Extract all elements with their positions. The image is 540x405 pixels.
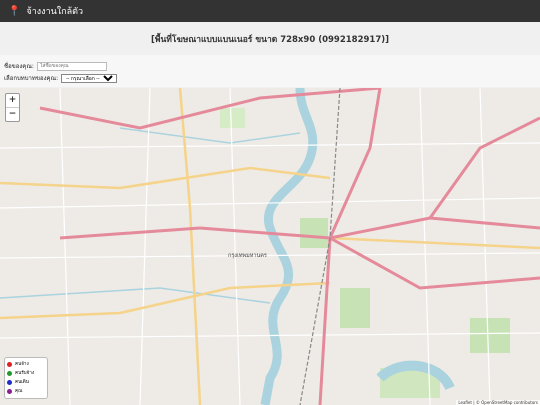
status-label: เลือกบทบาทของคุณ:: [4, 75, 59, 82]
legend-item: คนจ้าง: [7, 360, 45, 369]
ad-banner: [พื้นที่โฆษณาแบบแบนเนอร์ ขนาด 728x90 (09…: [0, 22, 540, 55]
ad-banner-text: [พื้นที่โฆษณาแบบแบนเนอร์ ขนาด 728x90 (09…: [150, 34, 390, 45]
name-input[interactable]: [36, 61, 107, 71]
legend-item: คุณ: [7, 387, 45, 396]
zoom-in-button[interactable]: +: [6, 94, 19, 107]
top-bar: 📍 จ้างงานใกล้ตัว: [0, 0, 540, 22]
legend-label: คนเดิน: [15, 380, 29, 385]
user-form: ชื่อของคุณ: เลือกบทบาทของคุณ: -- กรุณาเล…: [0, 55, 540, 87]
zoom-control: + −: [5, 93, 20, 122]
app-title: จ้างงานใกล้ตัว: [26, 7, 84, 17]
legend-item: คนเดิน: [7, 378, 45, 387]
map-pin-icon: 📍: [8, 5, 21, 17]
legend-label: คุณ: [15, 389, 23, 394]
map-tiles: [0, 88, 540, 405]
map-view[interactable]: + − กรุงเทพมหานคร คนจ้าง คนรับจ้าง คนเดิ…: [0, 88, 540, 405]
legend-item: คนรับจ้าง: [7, 369, 45, 378]
legend-dot-red-icon: [7, 362, 12, 367]
legend-dot-purple-icon: [7, 389, 12, 394]
district-label: กรุงเทพมหานคร: [228, 253, 267, 259]
legend-label: คนรับจ้าง: [15, 371, 35, 376]
map-legend: คนจ้าง คนรับจ้าง คนเดิน คุณ: [4, 357, 48, 399]
legend-label: คนจ้าง: [15, 362, 29, 367]
zoom-out-button[interactable]: −: [6, 107, 19, 121]
map-attribution[interactable]: Leaflet | © OpenStreetMap contributors: [456, 400, 540, 405]
name-label: ชื่อของคุณ:: [4, 63, 34, 70]
legend-dot-blue-icon: [7, 380, 12, 385]
legend-dot-green-icon: [7, 371, 12, 376]
status-select[interactable]: -- กรุณาเลือก --: [61, 73, 118, 83]
